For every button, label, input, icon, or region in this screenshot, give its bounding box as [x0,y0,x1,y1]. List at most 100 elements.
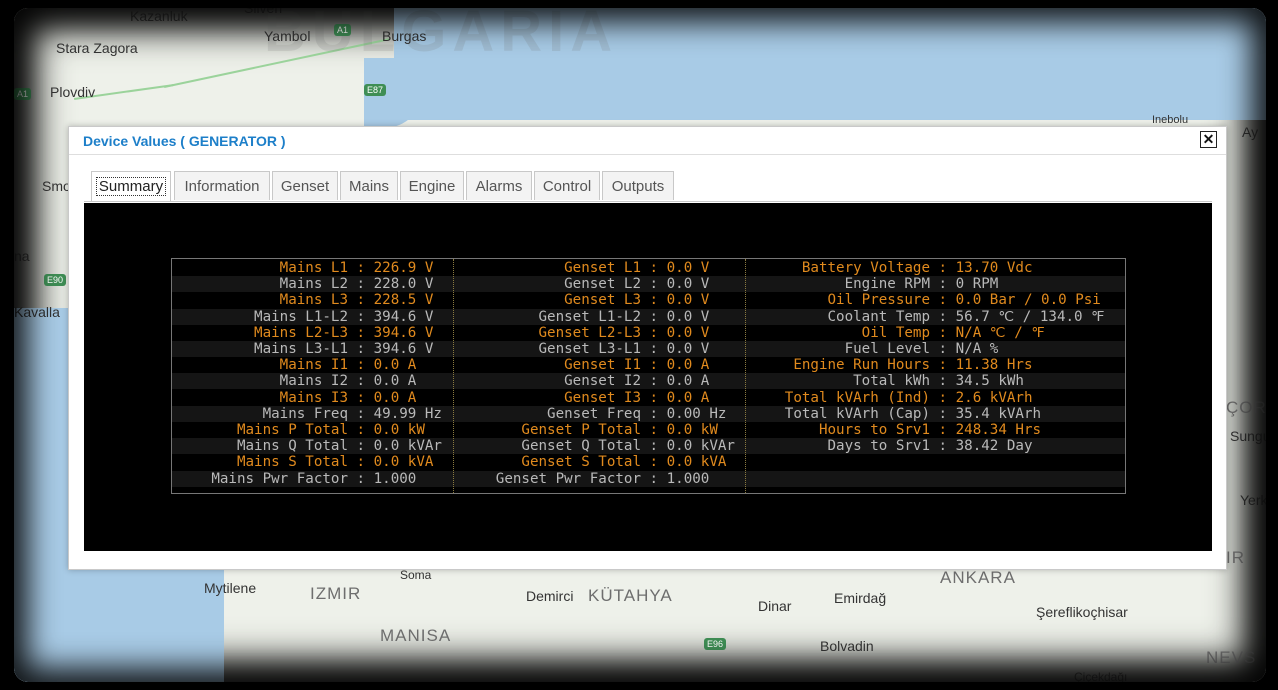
genset-value: Genset P Total : 0.0 kW [521,422,718,438]
genset-value: Genset I2 : 0.0 A [564,373,710,390]
mains-value: Mains I1 : 0.0 A [279,357,417,374]
tab-outputs[interactable]: Outputs [602,171,674,200]
map-label: IR [1226,548,1245,567]
engine-value: Coolant Temp : 56.7 ℃ / 134.0 ℉ [827,308,1105,325]
map-label: MANISA [380,626,452,645]
genset-value: Genset L2 : 0.0 V [564,276,710,293]
mains-value: Mains L1 : 226.9 V [279,260,434,276]
genset-value: Genset L1-L2 : 0.0 V [538,308,710,325]
map-label: KÜTAHYA [588,586,673,605]
genset-value: Genset L1 : 0.0 V [564,260,710,276]
map-label: Stara Zagora [56,40,138,56]
tab-engine[interactable]: Engine [400,171,464,200]
map-label: Kazanluk [130,8,188,24]
tab-label: Engine [408,178,456,195]
map-label: Çiçekdağı [1074,670,1128,682]
mains-value: Mains Q Total : 0.0 kVAr [236,438,442,455]
map-label: BULGARIA [264,8,619,64]
map-label: Sungu [1230,428,1266,444]
dialog-title: Device Values ( GENERATOR ) [83,133,286,149]
map-label: Plovdiv [50,84,96,100]
mains-value: Mains L3-L1 : 394.6 V [254,341,434,357]
tab-label: Mains [348,178,389,195]
map-label: Soma [400,568,432,582]
engine-value: Oil Pressure : 0.0 Bar / 0.0 Psi [827,292,1101,309]
engine-value: Total kVArh (Cap) : 35.4 kVArh [784,405,1042,422]
genset-value: Genset L3-L1 : 0.0 V [538,341,710,357]
tab-control[interactable]: Control [534,171,600,200]
tab-alarms[interactable]: Alarms [466,171,532,200]
engine-value: Total kWh : 34.5 kWh [853,373,1024,390]
genset-column: Genset L1 : 0.0 V Genset L2 : 0.0 V Genset… [455,259,740,493]
engine-value: Oil Temp : N/A ℃ / ℉ [861,324,1045,341]
road-shield: E96 [704,638,727,650]
engine-column: Battery Voltage : 13.70 Vdc Engine RPM : … [747,259,1117,493]
map-label: Sliven [244,8,283,16]
engine-value [747,454,1117,470]
mains-value: Mains Freq : 49.99 Hz [262,405,442,422]
device-values-dialog: Device Values ( GENERATOR ) ✕ Summary In… [68,126,1227,570]
mains-value: Mains S Total : 0.0 kVA [236,454,434,471]
map-label: na [14,248,30,264]
mains-value: Mains L1-L2 : 394.6 V [254,308,434,325]
genset-value: Genset L3 : 0.0 V [564,292,710,309]
engine-value: Battery Voltage : 13.70 Vdc [801,260,1033,276]
map-label: ÇOR [1226,398,1266,417]
tab-summary[interactable]: Summary [91,171,171,201]
map-label: Yambol [264,28,311,44]
map-label: Smo [42,178,71,194]
mains-column: Mains L1 : 226.9 V Mains L2 : 228.0 V Main… [172,259,448,493]
mains-value: Mains I3 : 0.0 A [279,389,417,406]
engine-value: Days to Srv1 : 38.42 Day [827,438,1033,455]
engine-value: Total kVArh (Ind) : 2.6 kVArh [784,389,1033,406]
map-label: Demirci [526,588,574,604]
tab-label: Genset [280,178,330,195]
road-shield: A1 [334,24,352,36]
genset-value: Genset Q Total : 0.0 kVAr [521,438,735,455]
genset-value: Genset I3 : 0.0 A [564,389,710,406]
engine-value: Hours to Srv1 : 248.34 Hrs [818,422,1042,438]
road-shield: E87 [364,84,387,96]
engine-value: Engine Run Hours : 11.38 Hrs [793,357,1033,374]
map-label: Inebolu [1152,114,1189,126]
map-label: ANKARA [940,568,1016,587]
tab-label: Summary [95,177,167,196]
tab-label: Outputs [611,178,665,195]
summary-table: Mains L1 : 226.9 V Mains L2 : 228.0 V Main… [171,258,1126,494]
engine-value: Engine RPM : 0 RPM [844,276,999,293]
genset-value: Genset Pwr Factor : 1.000 [495,470,710,487]
genset-value: Genset I1 : 0.0 A [564,357,710,374]
mains-value: Mains L3 : 228.5 V [279,292,434,309]
map-label: Emirdağ [834,590,887,606]
mains-value: Mains L2-L3 : 394.6 V [254,324,434,341]
tab-information[interactable]: Information [174,171,270,200]
map-label: Mytilene [204,580,257,596]
engine-value [747,471,1117,487]
tab-divider [84,201,1212,202]
column-divider [745,259,746,493]
map-label: IZMIR [310,584,362,603]
map-label: NEVS [1206,648,1257,667]
close-icon[interactable]: ✕ [1200,131,1217,148]
mains-value: Mains Pwr Factor : 1.000 [211,470,417,487]
mains-value: Mains P Total : 0.0 kW [236,422,425,438]
map-label: Burgas [382,28,427,44]
genset-value: Genset L2-L3 : 0.0 V [538,324,710,341]
map-label: Dinar [758,598,792,614]
tab-genset[interactable]: Genset [272,171,338,200]
mains-value: Mains I2 : 0.0 A [279,373,417,390]
engine-value: Fuel Level : N/A % [844,341,999,357]
map-label: Ay [1242,124,1259,140]
map-label: Kavalla [14,304,60,320]
road-shield: A1 [14,88,32,100]
tab-mains[interactable]: Mains [340,171,398,200]
map-label: Bolvadin [820,638,874,654]
aegean-sea-coast [14,568,224,682]
tab-label: Information [184,178,260,195]
map-label: Şereflikoçhisar [1036,604,1128,620]
summary-panel: Mains L1 : 226.9 V Mains L2 : 228.0 V Main… [84,203,1212,551]
tab-label: Alarms [475,178,523,195]
column-divider [453,259,454,493]
screen: BULGARIA Kazanluk Sliven Stara Zagora Ya… [0,0,1278,690]
mains-value: Mains L2 : 228.0 V [279,276,434,293]
